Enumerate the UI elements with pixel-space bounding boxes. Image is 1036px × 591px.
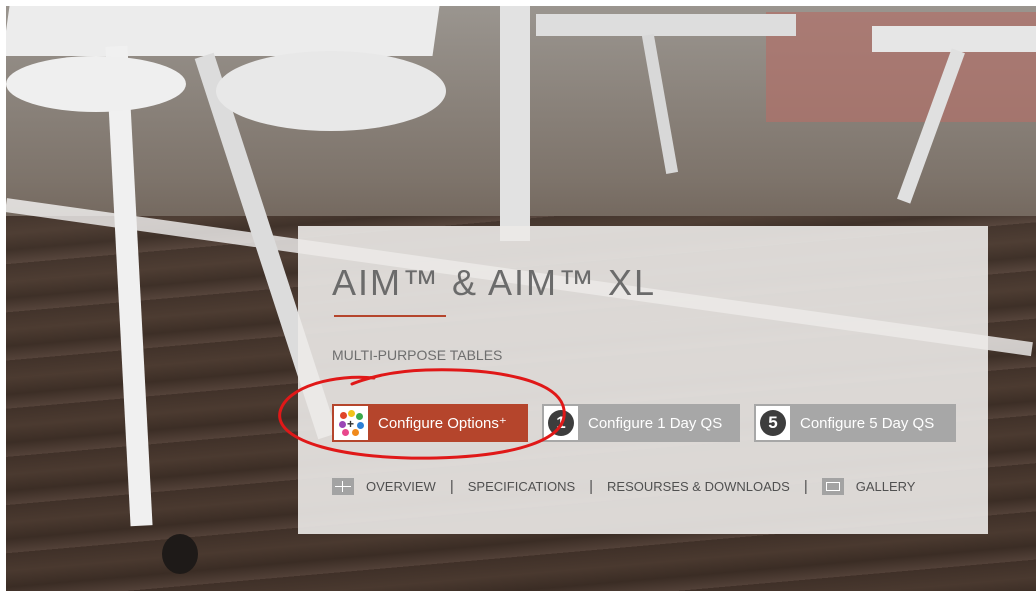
nav-specifications-label: SPECIFICATIONS xyxy=(467,479,576,494)
nav-overview-label: OVERVIEW xyxy=(366,479,436,494)
image-icon xyxy=(821,478,844,495)
product-title: AIM™ & AIM™ XL xyxy=(332,262,657,303)
nav-resources-downloads[interactable]: RESOURSES & DOWNLOADS xyxy=(607,479,790,494)
product-subtitle: MULTI-PURPOSE TABLES xyxy=(332,347,503,363)
product-nav: OVERVIEW | SPECIFICATIONS | RESOURSES & … xyxy=(332,478,915,495)
nav-gallery[interactable]: GALLERY xyxy=(821,478,916,495)
color-palette-icon: + xyxy=(334,406,368,440)
stool-seat xyxy=(216,51,446,131)
configure-5-day-qs-button[interactable]: 5 Configure 5 Day QS xyxy=(754,404,956,442)
table-top-mid xyxy=(536,14,796,36)
nav-gallery-label: GALLERY xyxy=(855,479,916,494)
five-badge: 5 xyxy=(760,410,786,436)
configure-options-label: Configure Options⁺ xyxy=(378,415,507,432)
configure-1-day-qs-button[interactable]: 1 Configure 1 Day QS xyxy=(542,404,740,442)
caster-wheel xyxy=(162,534,198,574)
nav-separator: | xyxy=(449,478,454,495)
nav-overview[interactable]: OVERVIEW xyxy=(332,478,436,495)
grid-icon xyxy=(332,478,354,495)
nav-resources-label: RESOURSES & DOWNLOADS xyxy=(607,479,790,494)
stool-seat xyxy=(6,56,186,112)
title-underline xyxy=(334,315,446,317)
table-top-left xyxy=(6,6,440,56)
product-info-panel: AIM™ & AIM™ XL MULTI-PURPOSE TABLES + Co… xyxy=(298,226,988,534)
one-badge: 1 xyxy=(548,410,574,436)
number-one-badge-icon: 1 xyxy=(544,406,578,440)
table-top-right xyxy=(872,26,1036,52)
configure-5-day-label: Configure 5 Day QS xyxy=(800,414,935,432)
table-leg-center xyxy=(500,6,530,241)
configure-options-button[interactable]: + Configure Options⁺ xyxy=(332,404,528,442)
nav-specifications[interactable]: SPECIFICATIONS xyxy=(468,479,575,494)
nav-separator: | xyxy=(589,478,594,495)
number-five-badge-icon: 5 xyxy=(756,406,790,440)
nav-separator: | xyxy=(803,478,808,495)
configure-1-day-label: Configure 1 Day QS xyxy=(588,414,723,432)
table-leg xyxy=(641,34,679,174)
